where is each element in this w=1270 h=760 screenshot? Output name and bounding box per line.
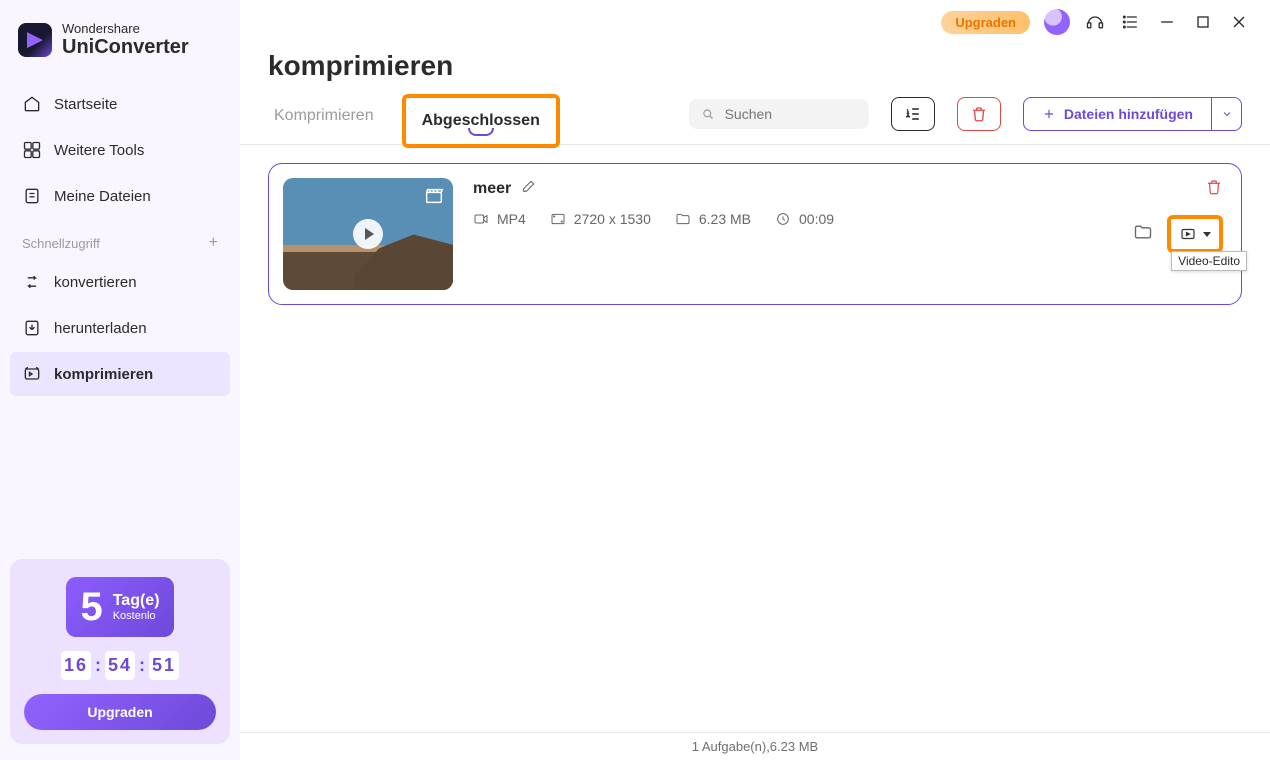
search-box[interactable] xyxy=(689,99,869,129)
avatar[interactable] xyxy=(1044,9,1070,35)
countdown-hours: 16 xyxy=(61,651,91,680)
support-icon[interactable] xyxy=(1084,11,1106,33)
clock-icon xyxy=(775,211,791,227)
nav-convert[interactable]: konvertieren xyxy=(10,260,230,304)
search-icon xyxy=(701,106,715,122)
files-icon xyxy=(22,186,42,206)
promo-sub-label: Kostenlo xyxy=(113,610,160,623)
add-files-button[interactable]: Dateien hinzufügen xyxy=(1023,97,1212,131)
tab-completed[interactable]: Abgeschlossen xyxy=(402,94,560,148)
open-folder-button[interactable] xyxy=(1133,222,1153,247)
trash-icon xyxy=(970,105,988,123)
nav-download[interactable]: herunterladen xyxy=(10,306,230,350)
upgrade-pill[interactable]: Upgraden xyxy=(941,11,1030,34)
download-icon xyxy=(22,318,42,338)
add-files-label: Dateien hinzufügen xyxy=(1064,106,1193,122)
search-input[interactable] xyxy=(723,105,857,123)
window-minimize-button[interactable] xyxy=(1156,11,1178,33)
brand-line1: Wondershare xyxy=(62,22,189,36)
chevron-down-icon xyxy=(1221,108,1233,120)
sort-icon: 1 xyxy=(903,104,923,124)
meta-size: 6.23 MB xyxy=(675,211,751,227)
promo-number: 5 xyxy=(80,587,102,627)
folder-icon xyxy=(675,211,691,227)
status-bar: 1 Aufgabe(n),6.23 MB xyxy=(240,732,1270,760)
quick-access-label: Schnellzugriff + xyxy=(10,220,230,258)
clear-all-button[interactable] xyxy=(957,97,1001,131)
file-name: meer xyxy=(473,180,511,198)
nav-files-label: Meine Dateien xyxy=(54,188,151,205)
video-editor-icon xyxy=(1179,225,1197,243)
compress-icon xyxy=(22,364,42,384)
nav-download-label: herunterladen xyxy=(54,320,147,337)
chevron-down-icon xyxy=(1203,232,1211,237)
nav-tools-label: Weitere Tools xyxy=(54,142,144,159)
nav-compress[interactable]: komprimieren xyxy=(10,352,230,396)
status-text: 1 Aufgabe(n),6.23 MB xyxy=(692,739,818,754)
promo-days: 5 Tag(e) Kostenlo xyxy=(66,577,173,637)
sort-button[interactable]: 1 xyxy=(891,97,935,131)
nav-files[interactable]: Meine Dateien xyxy=(10,174,230,218)
logo-icon xyxy=(18,23,52,57)
delete-file-button[interactable] xyxy=(1205,178,1223,201)
rename-button[interactable] xyxy=(521,178,537,199)
nav-compress-label: komprimieren xyxy=(54,366,153,383)
promo-card: 5 Tag(e) Kostenlo 16 : 54 : 51 Upgraden xyxy=(10,559,230,744)
nav-home[interactable]: Startseite xyxy=(10,82,230,126)
nav-convert-label: konvertieren xyxy=(54,274,137,291)
promo-days-label: Tag(e) xyxy=(113,591,160,610)
brand-line2: UniConverter xyxy=(62,36,189,58)
meta-format: MP4 xyxy=(473,211,526,227)
app-logo: Wondershare UniConverter xyxy=(10,12,230,82)
page-title: komprimieren xyxy=(240,44,1270,82)
file-card: meer MP4 2720 x 1530 6.23 MB xyxy=(268,163,1242,305)
video-thumbnail[interactable] xyxy=(283,178,453,290)
tools-icon xyxy=(22,140,42,160)
play-icon xyxy=(353,219,383,249)
countdown-seconds: 51 xyxy=(149,651,179,680)
countdown-minutes: 54 xyxy=(105,651,135,680)
convert-icon xyxy=(22,272,42,292)
meta-duration: 00:09 xyxy=(775,211,834,227)
add-quick-icon[interactable]: + xyxy=(209,234,218,252)
resolution-icon xyxy=(550,211,566,227)
nav-tools[interactable]: Weitere Tools xyxy=(10,128,230,172)
tab-compress[interactable]: Komprimieren xyxy=(268,95,380,143)
menu-list-icon[interactable] xyxy=(1120,11,1142,33)
video-editor-button[interactable]: Video-Edito xyxy=(1167,215,1223,253)
window-maximize-button[interactable] xyxy=(1192,11,1214,33)
titlebar: Upgraden xyxy=(240,0,1270,44)
plus-icon xyxy=(1042,107,1056,121)
video-editor-tooltip: Video-Edito xyxy=(1171,251,1247,271)
meta-resolution: 2720 x 1530 xyxy=(550,211,651,227)
video-icon xyxy=(473,211,489,227)
clapper-icon xyxy=(423,186,445,206)
window-close-button[interactable] xyxy=(1228,11,1250,33)
nav-home-label: Startseite xyxy=(54,96,117,113)
home-icon xyxy=(22,94,42,114)
promo-countdown: 16 : 54 : 51 xyxy=(61,651,179,680)
promo-upgrade-button[interactable]: Upgraden xyxy=(24,694,216,730)
add-files-more-button[interactable] xyxy=(1212,97,1242,131)
